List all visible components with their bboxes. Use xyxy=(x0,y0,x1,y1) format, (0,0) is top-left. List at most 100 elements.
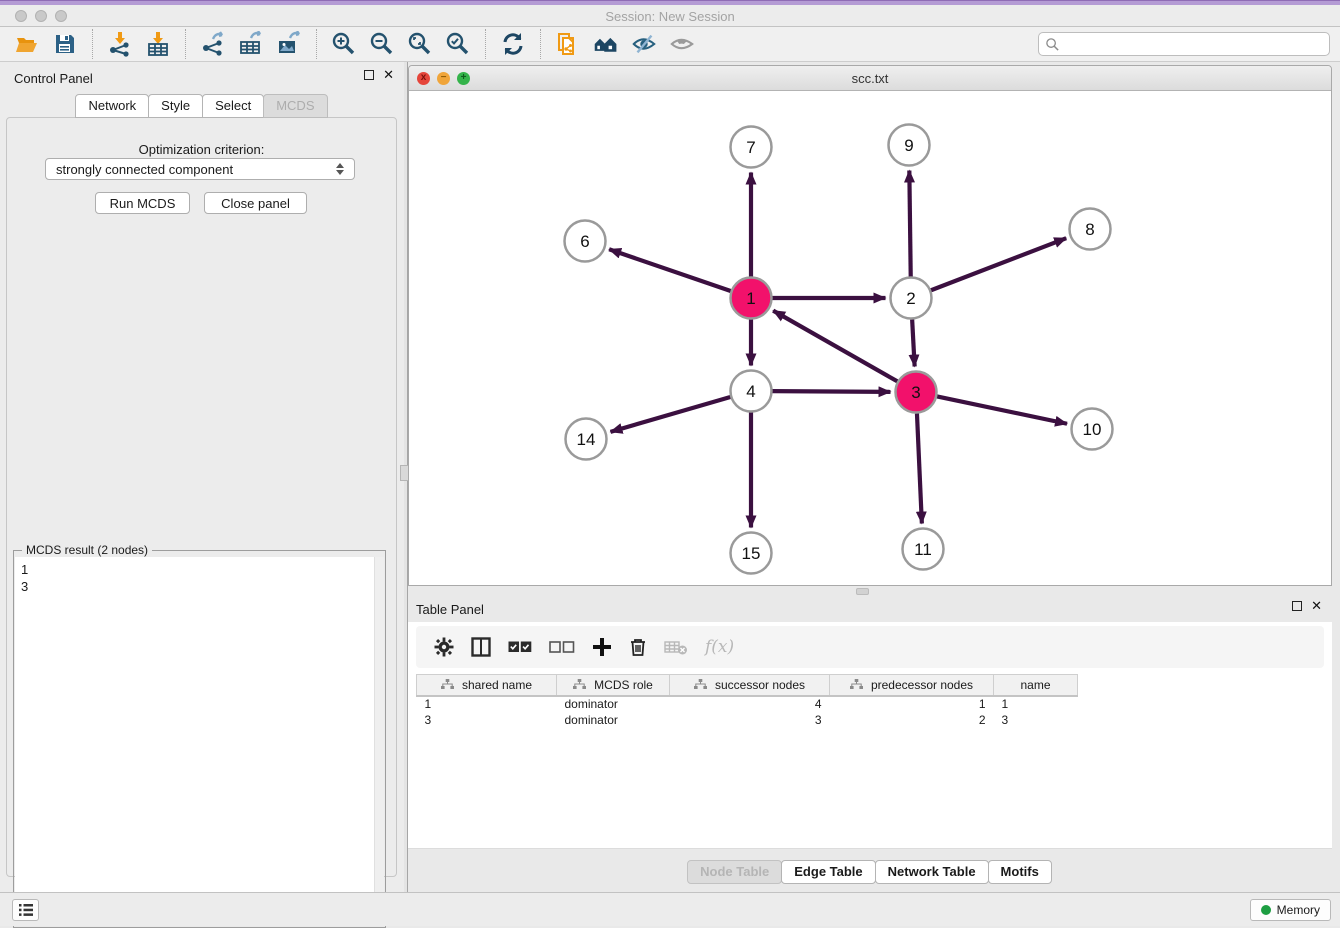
control-panel: Control Panel ✕ NetworkStyleSelectMCDS O… xyxy=(0,62,404,892)
select-all-rows-icon[interactable] xyxy=(508,635,532,659)
new-network-from-selection-icon[interactable] xyxy=(555,31,581,57)
optimization-criterion-label: Optimization criterion: xyxy=(7,142,396,157)
edge-3-10[interactable] xyxy=(937,396,1067,423)
export-image-icon[interactable] xyxy=(276,31,302,57)
tab-motifs[interactable]: Motifs xyxy=(988,860,1052,884)
node-label-6: 6 xyxy=(580,232,589,251)
mcds-result-box: MCDS result (2 nodes) 1 3 xyxy=(13,550,386,928)
column-header-name[interactable]: name xyxy=(994,675,1078,696)
cell-MCDS-role[interactable]: dominator xyxy=(557,712,670,728)
edge-2-3[interactable] xyxy=(912,319,915,366)
zoom-fit-icon[interactable] xyxy=(407,31,433,57)
open-file-icon[interactable] xyxy=(14,31,40,57)
tab-mcds[interactable]: MCDS xyxy=(263,94,327,118)
export-table-icon[interactable] xyxy=(238,31,264,57)
splitter-grip-horizontal[interactable] xyxy=(856,588,869,595)
tab-network[interactable]: Network xyxy=(75,94,149,118)
node-label-10: 10 xyxy=(1083,420,1102,439)
zoom-out-icon[interactable] xyxy=(369,31,395,57)
run-mcds-button[interactable]: Run MCDS xyxy=(95,192,190,214)
column-header-predecessor-nodes[interactable]: predecessor nodes xyxy=(830,675,994,696)
select-chevrons-icon xyxy=(336,163,344,175)
tab-style[interactable]: Style xyxy=(148,94,203,118)
cell-successor-nodes[interactable]: 4 xyxy=(670,696,830,712)
deselect-all-rows-icon[interactable] xyxy=(549,635,575,659)
close-panel-button[interactable]: Close panel xyxy=(204,192,307,214)
save-session-icon[interactable] xyxy=(52,31,78,57)
edge-4-3[interactable] xyxy=(772,391,890,392)
edge-3-11[interactable] xyxy=(917,413,922,523)
search-input-wrapper xyxy=(1038,32,1330,56)
criterion-select[interactable]: strongly connected component xyxy=(45,158,355,180)
node-table: shared nameMCDS rolesuccessor nodesprede… xyxy=(416,674,1324,728)
control-panel-tabs: NetworkStyleSelectMCDS xyxy=(0,94,404,118)
cell-predecessor-nodes[interactable]: 2 xyxy=(830,712,994,728)
shared-column-icon xyxy=(573,679,586,690)
node-label-4: 4 xyxy=(746,382,755,401)
node-label-2: 2 xyxy=(906,289,915,308)
create-column-icon[interactable] xyxy=(592,635,612,659)
cell-successor-nodes[interactable]: 3 xyxy=(670,712,830,728)
mcds-result-title: MCDS result (2 nodes) xyxy=(22,543,152,557)
table-toolbar: f(x) xyxy=(416,626,1324,668)
cell-MCDS-role[interactable]: dominator xyxy=(557,696,670,712)
search-icon xyxy=(1045,37,1060,52)
float-panel-icon[interactable] xyxy=(1292,601,1302,611)
edge-1-6[interactable] xyxy=(609,249,731,291)
node-label-14: 14 xyxy=(577,430,596,449)
memory-status-icon xyxy=(1261,905,1271,915)
node-label-15: 15 xyxy=(742,544,761,563)
column-header-successor-nodes[interactable]: successor nodes xyxy=(670,675,830,696)
cell-name[interactable]: 1 xyxy=(994,696,1078,712)
network-graph-canvas[interactable]: 7968124314101511 xyxy=(409,91,1331,585)
node-label-11: 11 xyxy=(914,540,932,559)
list-icon xyxy=(18,903,34,917)
edge-4-14[interactable] xyxy=(610,397,730,432)
import-network-from-file-icon[interactable] xyxy=(107,31,133,57)
cell-name[interactable]: 3 xyxy=(994,712,1078,728)
table-row[interactable]: 3dominator323 xyxy=(417,712,1078,728)
table-panel-title: Table Panel xyxy=(416,602,484,617)
apply-preferred-layout-icon[interactable] xyxy=(500,31,526,57)
edge-3-1[interactable] xyxy=(773,311,897,382)
column-header-shared-name[interactable]: shared name xyxy=(417,675,557,696)
cell-shared-name[interactable]: 3 xyxy=(417,712,557,728)
column-header-MCDS-role[interactable]: MCDS role xyxy=(557,675,670,696)
close-panel-icon[interactable]: ✕ xyxy=(383,70,394,80)
hide-selected-icon[interactable] xyxy=(631,31,657,57)
mcds-result-text: 1 3 xyxy=(15,557,374,926)
tab-node-table[interactable]: Node Table xyxy=(687,860,782,884)
zoom-in-icon[interactable] xyxy=(331,31,357,57)
control-panel-header: Control Panel ✕ xyxy=(0,62,404,92)
tab-network-table[interactable]: Network Table xyxy=(875,860,989,884)
memory-button[interactable]: Memory xyxy=(1250,899,1331,921)
shared-column-icon xyxy=(694,679,707,690)
first-neighbors-icon[interactable] xyxy=(593,31,619,57)
show-log-console-button[interactable] xyxy=(12,899,39,921)
cell-shared-name[interactable]: 1 xyxy=(417,696,557,712)
table-panel-footer: Node TableEdge TableNetwork TableMotifs xyxy=(408,848,1332,892)
close-panel-icon[interactable]: ✕ xyxy=(1311,601,1322,611)
float-panel-icon[interactable] xyxy=(364,70,374,80)
tab-select[interactable]: Select xyxy=(202,94,264,118)
node-label-8: 8 xyxy=(1085,220,1094,239)
shared-column-icon xyxy=(850,679,863,690)
cell-predecessor-nodes[interactable]: 1 xyxy=(830,696,994,712)
network-view-title: scc.txt xyxy=(409,71,1331,86)
mcds-result-scrollbar[interactable] xyxy=(374,557,384,926)
export-network-icon[interactable] xyxy=(200,31,226,57)
zoom-selected-icon[interactable] xyxy=(445,31,471,57)
tab-edge-table[interactable]: Edge Table xyxy=(781,860,875,884)
memory-label: Memory xyxy=(1277,903,1320,917)
show-column-panel-icon[interactable] xyxy=(471,635,491,659)
search-input[interactable] xyxy=(1064,37,1329,51)
edge-2-9[interactable] xyxy=(909,170,910,276)
status-bar: Memory xyxy=(0,892,1340,926)
table-row[interactable]: 1dominator411 xyxy=(417,696,1078,712)
criterion-value: strongly connected component xyxy=(56,162,233,177)
delete-columns-icon[interactable] xyxy=(629,635,647,659)
show-all-icon[interactable] xyxy=(669,31,695,57)
table-options-gear-icon[interactable] xyxy=(434,635,454,659)
edge-2-8[interactable] xyxy=(931,238,1066,290)
import-table-from-file-icon[interactable] xyxy=(145,31,171,57)
